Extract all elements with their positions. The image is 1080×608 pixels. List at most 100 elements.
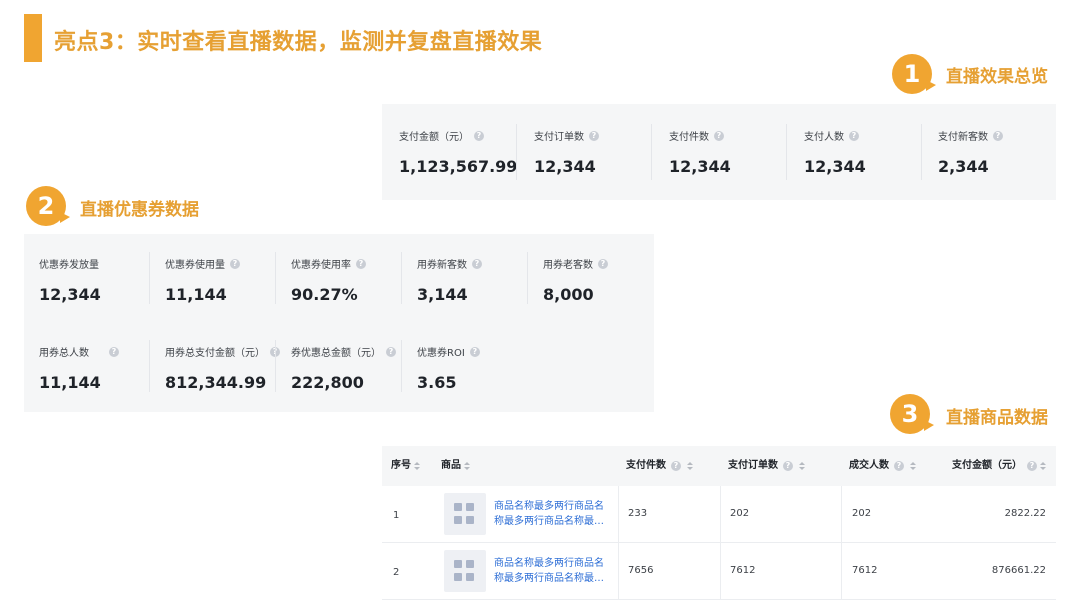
stat-label: 用券总支付金额（元） xyxy=(165,348,265,359)
page-title: 亮点3：实时查看直播数据，监测并复盘直播效果 xyxy=(54,30,543,55)
question-circle-icon[interactable]: ? xyxy=(714,130,724,141)
stat-label: 支付订单数 xyxy=(534,132,584,143)
cell-qty: 7656 xyxy=(628,565,654,576)
stat-value: 2,344 xyxy=(938,157,989,176)
overview-section-title: 直播效果总览 xyxy=(946,67,1048,87)
question-circle-icon[interactable]: ? xyxy=(356,258,366,269)
col-header-qty[interactable]: 支付件数? xyxy=(626,446,693,486)
col-header-orders[interactable]: 支付订单数? xyxy=(728,446,805,486)
question-circle-icon[interactable]: ? xyxy=(109,346,119,357)
question-circle-icon[interactable]: ? xyxy=(849,130,859,141)
col-label: 序号 xyxy=(391,460,411,471)
table-row[interactable]: 2 商品名称最多两行商品名称最多两行商品名称最… 7656 7612 7612 … xyxy=(382,543,1056,600)
col-header-index[interactable]: 序号 xyxy=(391,446,420,486)
question-circle-icon[interactable]: ? xyxy=(230,258,240,269)
sort-icon[interactable] xyxy=(910,461,916,471)
question-circle-icon[interactable]: ? xyxy=(671,461,681,471)
image-placeholder-icon xyxy=(454,516,462,524)
sort-icon[interactable] xyxy=(799,461,805,471)
sort-icon[interactable] xyxy=(1040,461,1046,471)
stat-value: 8,000 xyxy=(543,285,594,304)
divider xyxy=(275,252,276,304)
stat-label: 支付新客数 xyxy=(938,132,988,143)
column-divider xyxy=(618,543,619,600)
stat-pay-amount: 支付金额（元）? 1,123,567.99 xyxy=(399,128,517,176)
stat-label: 支付金额（元） xyxy=(399,132,469,143)
stat-coupon-new-customer: 用券新客数? 3,144 xyxy=(417,256,482,304)
column-divider xyxy=(841,486,842,543)
stat-value: 11,144 xyxy=(39,373,101,392)
question-circle-icon[interactable]: ? xyxy=(598,258,608,269)
product-thumbnail[interactable] xyxy=(444,550,486,592)
column-divider xyxy=(720,543,721,600)
col-label: 商品 xyxy=(441,460,461,471)
table-row[interactable]: 1 商品名称最多两行商品名称最多两行商品名称最… 233 202 202 282… xyxy=(382,486,1056,543)
question-circle-icon[interactable]: ? xyxy=(469,346,480,357)
badge-tail xyxy=(60,212,70,223)
product-name-link[interactable]: 商品名称最多两行商品名称最多两行商品名称最… xyxy=(494,556,606,586)
stat-value: 11,144 xyxy=(165,285,227,304)
divider xyxy=(921,124,922,180)
stat-coupon-used: 优惠券使用量? 11,144 xyxy=(165,256,240,304)
sort-icon[interactable] xyxy=(414,461,420,471)
stat-payer-count: 支付人数? 12,344 xyxy=(804,128,866,176)
cell-orders: 7612 xyxy=(730,565,756,576)
col-label: 支付件数 xyxy=(626,460,666,471)
image-placeholder-icon xyxy=(454,503,462,511)
image-placeholder-icon xyxy=(466,503,474,511)
stat-coupon-use-rate: 优惠券使用率? 90.27% xyxy=(291,256,366,304)
cell-amount: 876661.22 xyxy=(991,565,1046,576)
product-name-link[interactable]: 商品名称最多两行商品名称最多两行商品名称最… xyxy=(494,499,606,529)
stat-label: 优惠券使用量 xyxy=(165,260,225,271)
question-circle-icon[interactable]: ? xyxy=(993,130,1003,141)
question-circle-icon[interactable]: ? xyxy=(472,258,482,269)
product-thumbnail[interactable] xyxy=(444,493,486,535)
divider xyxy=(149,340,150,392)
image-placeholder-icon xyxy=(466,560,474,568)
stat-label: 支付件数 xyxy=(669,132,709,143)
stat-value: 12,344 xyxy=(669,157,731,176)
stat-value: 3,144 xyxy=(417,285,468,304)
stat-coupon-old-customer: 用券老客数? 8,000 xyxy=(543,256,608,304)
product-table-header: 序号 商品 支付件数? 支付订单数? 成交人数? 支付金额（元）? xyxy=(382,446,1056,486)
divider xyxy=(651,124,652,180)
tag-icon xyxy=(466,573,474,581)
stat-value: 90.27% xyxy=(291,285,358,304)
badge-tail xyxy=(924,420,934,431)
stat-label: 优惠券使用率 xyxy=(291,260,351,271)
question-circle-icon[interactable]: ? xyxy=(894,461,904,471)
row-index: 1 xyxy=(393,510,400,521)
image-placeholder-icon xyxy=(454,573,462,581)
stat-coupon-issued: 优惠券发放量 12,344 xyxy=(39,256,101,304)
cell-buyers: 202 xyxy=(852,508,872,519)
sort-icon[interactable] xyxy=(464,461,470,471)
question-circle-icon[interactable]: ? xyxy=(1027,461,1037,471)
col-header-product[interactable]: 商品 xyxy=(441,446,470,486)
stat-label: 优惠券发放量 xyxy=(39,260,99,271)
overview-stats-panel: 支付金额（元）? 1,123,567.99 支付订单数? 12,344 支付件数… xyxy=(382,104,1056,200)
question-circle-icon[interactable]: ? xyxy=(386,346,396,357)
stat-coupon-total-pay: 用券总支付金额（元）? 812,344.99 xyxy=(165,344,280,392)
question-circle-icon[interactable]: ? xyxy=(474,130,484,141)
column-divider xyxy=(720,486,721,543)
stat-value: 812,344.99 xyxy=(165,373,267,392)
badge-tail xyxy=(926,80,936,91)
divider xyxy=(401,252,402,304)
sort-icon[interactable] xyxy=(687,461,693,471)
stat-new-customer: 支付新客数? 2,344 xyxy=(938,128,1003,176)
col-header-buyers[interactable]: 成交人数? xyxy=(849,446,916,486)
divider xyxy=(401,340,402,392)
question-circle-icon[interactable]: ? xyxy=(589,130,599,141)
question-circle-icon[interactable]: ? xyxy=(783,461,793,471)
divider xyxy=(786,124,787,180)
stat-value: 3.65 xyxy=(417,373,457,392)
title-accent-bar xyxy=(24,14,42,62)
stat-coupon-discount-total: 券优惠总金额（元）? 222,800 xyxy=(291,344,396,392)
stat-item-count: 支付件数? 12,344 xyxy=(669,128,731,176)
col-header-amount[interactable]: 支付金额（元）? xyxy=(952,446,1046,486)
divider xyxy=(527,252,528,304)
col-label: 成交人数 xyxy=(849,460,889,471)
row-index: 2 xyxy=(393,567,400,578)
col-label: 支付订单数 xyxy=(728,460,778,471)
products-section-title: 直播商品数据 xyxy=(946,408,1048,428)
